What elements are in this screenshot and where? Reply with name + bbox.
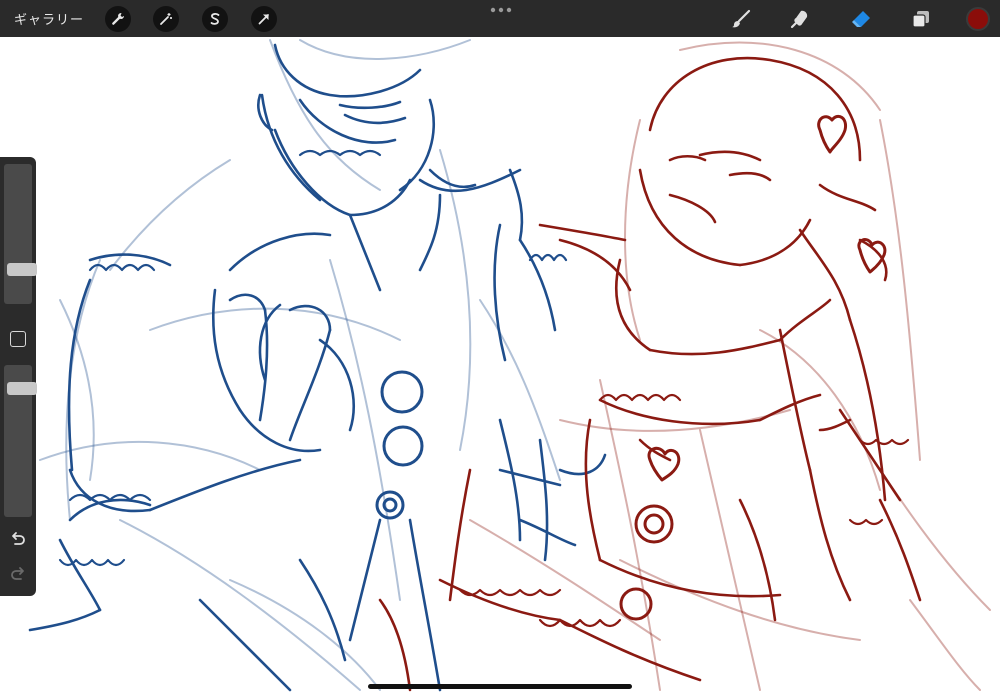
transform-button[interactable] [251,6,277,32]
brush-size-slider-thumb[interactable] [7,263,37,277]
opacity-slider-thumb[interactable] [7,381,37,395]
drawing-canvas[interactable] [0,0,1000,695]
brush-size-slider[interactable] [4,164,37,304]
wrench-icon [112,13,125,25]
opacity-slider[interactable] [4,365,37,517]
three-dots-icon[interactable] [489,6,513,14]
selection-s-icon [210,13,220,25]
layers-icon [912,11,929,28]
selection-button[interactable] [202,6,228,32]
transform-arrow-icon [258,14,269,25]
layers-button[interactable] [909,7,933,31]
home-indicator [368,684,632,689]
brush-tool-button[interactable] [729,7,753,31]
eraser-icon [852,11,870,27]
color-picker-swatch[interactable] [966,7,990,31]
undo-icon[interactable] [9,530,27,548]
top-toolbar: ギャラリー [0,0,1000,37]
smudge-icon [790,10,808,29]
brush-icon [732,9,751,28]
redo-icon[interactable] [9,565,27,583]
eraser-tool-button[interactable] [849,7,873,31]
modify-button[interactable] [10,331,26,347]
left-sidebar [0,157,37,596]
gallery-button[interactable]: ギャラリー [14,9,84,28]
smudge-tool-button[interactable] [788,7,812,31]
actions-button[interactable] [105,6,131,32]
adjustments-button[interactable] [153,6,179,32]
magic-wand-icon [160,13,172,25]
